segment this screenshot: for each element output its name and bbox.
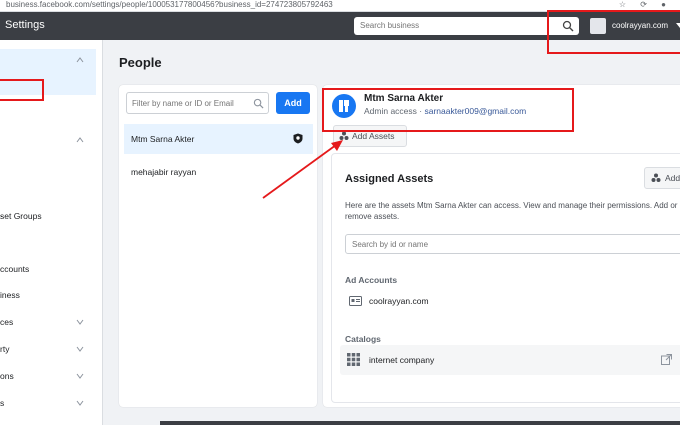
annotation-arrow [262,140,343,199]
bottom-strip [160,421,680,425]
